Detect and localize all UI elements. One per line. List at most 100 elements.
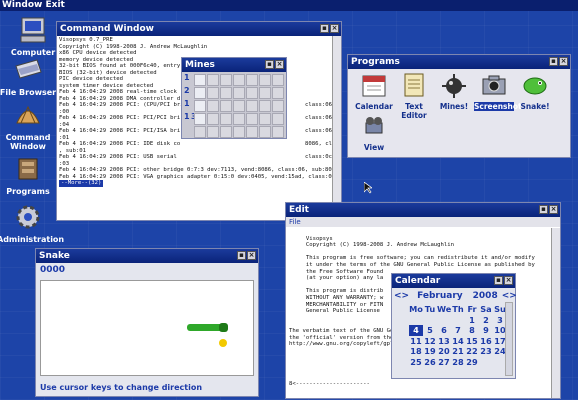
minimize-button[interactable]: ▪ — [237, 251, 246, 260]
mine-cell[interactable] — [194, 74, 206, 86]
close-button[interactable]: × — [504, 276, 513, 285]
snake-playfield[interactable] — [40, 280, 254, 376]
calendar-day[interactable]: 29 — [465, 357, 479, 368]
mine-cell[interactable] — [259, 87, 271, 99]
calendar-day[interactable]: 21 — [451, 346, 465, 357]
calendar-day[interactable]: 19 — [423, 346, 437, 357]
snake-window[interactable]: Snake ▪ × 0000 Use cursor keys to change… — [35, 248, 259, 397]
mine-cell[interactable] — [194, 126, 206, 138]
top-menubar[interactable]: Window Exit — [0, 0, 578, 11]
edit-menubar[interactable]: File — [286, 217, 560, 227]
desktop-icon-administration[interactable]: Administration — [0, 203, 64, 244]
close-button[interactable]: × — [275, 60, 284, 69]
programs-window[interactable]: Programs ▪ × Calendar Text Editor Mines!… — [347, 54, 571, 158]
mine-cell[interactable] — [259, 113, 271, 125]
mine-cell[interactable] — [272, 100, 284, 112]
calendar-day[interactable]: 15 — [465, 336, 479, 347]
calendar-day[interactable]: 20 — [437, 346, 451, 357]
mine-cell[interactable] — [220, 126, 232, 138]
calendar-day[interactable]: 14 — [451, 336, 465, 347]
mine-cell[interactable] — [194, 87, 206, 99]
mine-cell[interactable] — [207, 74, 219, 86]
mine-cell[interactable] — [233, 87, 245, 99]
command-window-titlebar[interactable]: Command Window ▪ × — [57, 22, 341, 36]
mine-cell[interactable] — [272, 74, 284, 86]
mine-cell[interactable] — [207, 87, 219, 99]
mine-cell[interactable] — [259, 74, 271, 86]
mine-cell[interactable] — [207, 126, 219, 138]
desktop-icon-file-browser[interactable]: File Browser — [0, 56, 59, 97]
calendar-window[interactable]: Calendar ▪ × < > February 2008 < > Mo Tu W… — [391, 273, 517, 379]
mine-cell[interactable] — [246, 126, 258, 138]
mine-cell[interactable] — [207, 113, 219, 125]
minimize-button[interactable]: ▪ — [320, 24, 329, 33]
mine-cell[interactable] — [259, 100, 271, 112]
next-year-button[interactable]: > — [509, 291, 517, 301]
mine-cell[interactable] — [272, 126, 284, 138]
mine-cell[interactable] — [259, 126, 271, 138]
edit-titlebar[interactable]: Edit ▪ × — [286, 203, 560, 217]
close-button[interactable]: × — [549, 205, 558, 214]
prev-month-button[interactable]: < — [394, 291, 402, 301]
mine-cell[interactable] — [272, 113, 284, 125]
snake-titlebar[interactable]: Snake ▪ × — [36, 249, 258, 263]
mine-cell[interactable] — [207, 100, 219, 112]
mine-cell[interactable] — [194, 113, 206, 125]
desktop-icon-command-window[interactable]: Command Window — [0, 101, 59, 151]
desktop-icon-programs[interactable]: Programs — [0, 155, 59, 196]
program-snake[interactable]: Snake! — [515, 72, 555, 111]
calendar-day[interactable]: 18 — [409, 346, 423, 357]
mine-cell[interactable] — [233, 74, 245, 86]
minimize-button[interactable]: ▪ — [494, 276, 503, 285]
calendar-day[interactable]: 5 — [423, 325, 437, 336]
mines-window[interactable]: Mines ▪ × 1 2 1 1 3 — [181, 57, 287, 139]
close-button[interactable]: × — [559, 57, 568, 66]
mine-cell[interactable] — [246, 113, 258, 125]
program-screenshot[interactable]: Screenshot — [474, 72, 522, 111]
program-text-editor[interactable]: Text Editor — [394, 72, 434, 120]
close-button[interactable]: × — [330, 24, 339, 33]
calendar-day[interactable]: 27 — [437, 357, 451, 368]
calendar-day[interactable]: 7 — [451, 325, 465, 336]
calendar-grid[interactable]: Mo Tu We Th Fr Sa Su 1 2 3 4 5 6 7 8 9 10 11 12 13 14 15 16 17 1… — [409, 304, 507, 367]
program-mines[interactable]: Mines! — [434, 72, 474, 111]
calendar-titlebar[interactable]: Calendar ▪ × — [392, 274, 515, 288]
calendar-day[interactable]: 16 — [479, 336, 493, 347]
mine-cell[interactable] — [220, 113, 232, 125]
window-exit-menu[interactable]: Window Exit — [2, 0, 65, 10]
file-menu[interactable]: File — [289, 218, 301, 226]
calendar-day[interactable]: 4 — [409, 325, 423, 336]
mines-grid[interactable] — [194, 74, 284, 138]
mine-cell[interactable] — [233, 113, 245, 125]
mine-cell[interactable] — [246, 74, 258, 86]
calendar-day[interactable]: 1 — [465, 315, 479, 326]
scrollbar[interactable] — [332, 36, 341, 220]
desktop-icon-computer[interactable]: Computer — [2, 16, 64, 57]
program-view[interactable]: View — [354, 113, 394, 152]
mine-cell[interactable] — [220, 87, 232, 99]
mine-cell[interactable] — [233, 126, 245, 138]
minimize-button[interactable]: ▪ — [549, 57, 558, 66]
mine-cell[interactable] — [220, 100, 232, 112]
minimize-button[interactable]: ▪ — [539, 205, 548, 214]
mine-cell[interactable] — [272, 87, 284, 99]
mine-cell[interactable] — [246, 100, 258, 112]
calendar-day[interactable]: 26 — [423, 357, 437, 368]
calendar-day[interactable]: 22 — [465, 346, 479, 357]
mine-cell[interactable] — [194, 100, 206, 112]
prev-year-button[interactable]: < — [502, 291, 510, 301]
close-button[interactable]: × — [247, 251, 256, 260]
calendar-day[interactable]: 9 — [479, 325, 493, 336]
mine-cell[interactable] — [233, 100, 245, 112]
calendar-day[interactable]: 11 — [409, 336, 423, 347]
calendar-day[interactable]: 13 — [437, 336, 451, 347]
mine-cell[interactable] — [220, 74, 232, 86]
programs-titlebar[interactable]: Programs ▪ × — [348, 55, 570, 69]
calendar-day[interactable]: 25 — [409, 357, 423, 368]
calendar-day[interactable]: 6 — [437, 325, 451, 336]
minimize-button[interactable]: ▪ — [265, 60, 274, 69]
calendar-day[interactable]: 28 — [451, 357, 465, 368]
calendar-day[interactable]: 12 — [423, 336, 437, 347]
mines-titlebar[interactable]: Mines ▪ × — [182, 58, 286, 72]
program-calendar[interactable]: Calendar — [354, 72, 394, 111]
